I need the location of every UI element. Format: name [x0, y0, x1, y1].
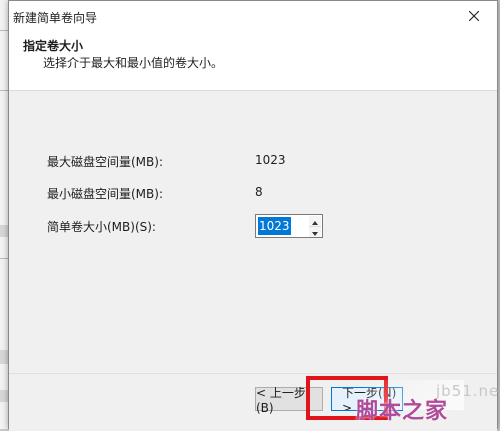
volume-size-input[interactable]: 1023 — [258, 217, 291, 235]
wizard-content: 最大磁盘空间量(MB): 1023 最小磁盘空间量(MB): 8 简单卷大小(M… — [9, 91, 497, 373]
page-title: 指定卷大小 — [23, 39, 84, 53]
window-title: 新建简单卷向导 — [13, 11, 98, 25]
max-space-value: 1023 — [255, 153, 286, 167]
close-button[interactable] — [451, 1, 497, 31]
close-icon — [469, 11, 479, 21]
arrow-down-icon — [312, 225, 318, 239]
title-bar: 新建简单卷向导 — [9, 1, 497, 31]
wizard-header: 指定卷大小 选择介于最大和最小值的卷大小。 — [9, 31, 497, 91]
stepper-down-button[interactable] — [309, 227, 321, 237]
volume-size-stepper[interactable]: 1023 — [255, 214, 323, 238]
min-space-value: 8 — [255, 185, 263, 199]
min-space-label: 最小磁盘空间量(MB): — [47, 187, 163, 201]
watermark-text: 脚本之家 — [356, 399, 449, 424]
volume-size-label: 简单卷大小(MB)(S): — [47, 220, 156, 234]
stepper-buttons — [309, 216, 321, 237]
page-subtitle: 选择介于最大和最小值的卷大小。 — [43, 56, 224, 70]
new-simple-volume-wizard: 新建简单卷向导 指定卷大小 选择介于最大和最小值的卷大小。 最大磁盘空间量(MB… — [8, 0, 498, 431]
max-space-label: 最大磁盘空间量(MB): — [47, 155, 163, 169]
